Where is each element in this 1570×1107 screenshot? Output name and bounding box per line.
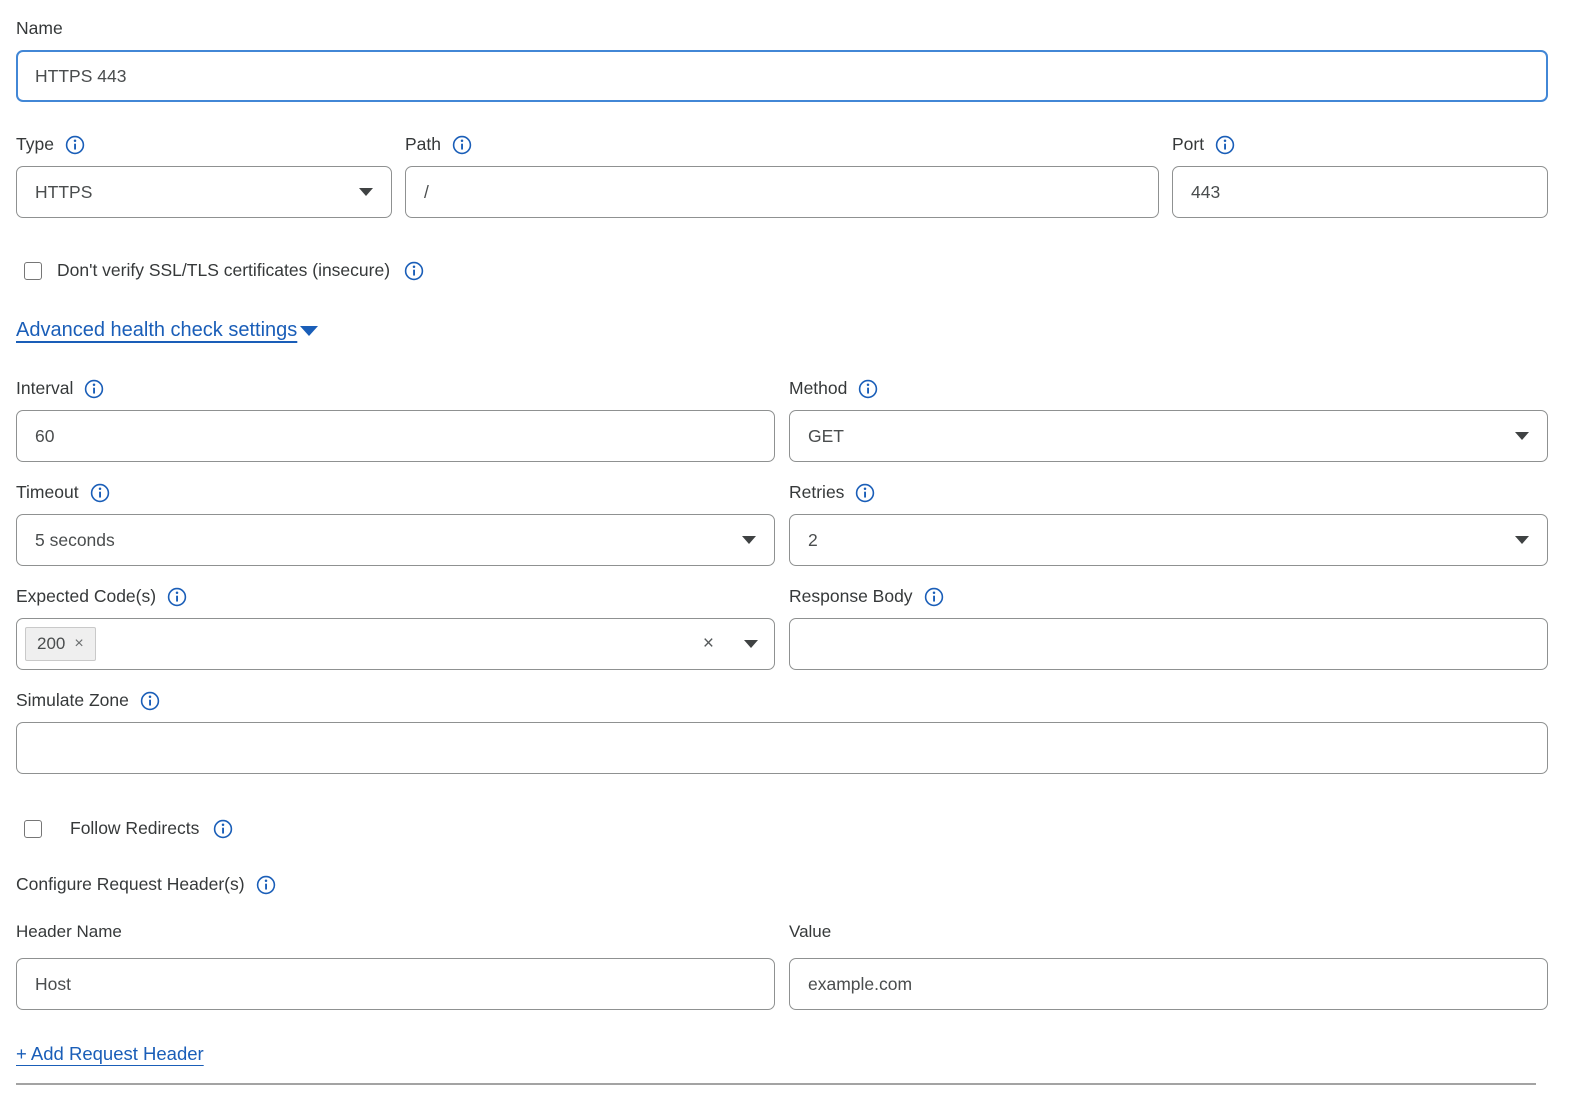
simulate-zone-label: Simulate Zone	[16, 690, 129, 711]
retries-select[interactable]: 2	[789, 514, 1548, 566]
ssl-verify-checkbox[interactable]	[24, 262, 42, 280]
request-headers-label: Configure Request Header(s)	[16, 874, 245, 895]
add-request-header-link[interactable]: + Add Request Header	[16, 1043, 1548, 1065]
method-select[interactable]: GET	[789, 410, 1548, 462]
port-label: Port	[1172, 134, 1204, 155]
name-label-row: Name	[16, 18, 1548, 39]
ssl-verify-label: Don't verify SSL/TLS certificates (insec…	[57, 260, 390, 281]
info-icon[interactable]	[90, 483, 110, 503]
interval-input[interactable]	[16, 410, 775, 462]
advanced-settings-row: Advanced health check settings	[16, 319, 1548, 342]
health-check-form: Name Type HTTPS Path	[0, 0, 1564, 1085]
section-divider	[16, 1083, 1536, 1085]
info-icon[interactable]	[140, 691, 160, 711]
chevron-down-icon	[742, 536, 756, 544]
expected-codes-multiselect[interactable]: 200 × ×	[16, 618, 775, 670]
info-icon[interactable]	[167, 587, 187, 607]
name-input[interactable]	[16, 50, 1548, 102]
port-input[interactable]	[1172, 166, 1548, 218]
timeout-retries-row: Timeout 5 seconds Retries	[16, 482, 1548, 566]
info-icon[interactable]	[213, 819, 233, 839]
follow-redirects-checkbox[interactable]	[24, 820, 42, 838]
retries-select-value: 2	[808, 530, 818, 551]
name-label: Name	[16, 18, 63, 39]
expected-codes-label: Expected Code(s)	[16, 586, 156, 607]
follow-redirects-label: Follow Redirects	[70, 818, 199, 839]
simulate-zone-input[interactable]	[16, 722, 1548, 774]
response-body-label: Response Body	[789, 586, 913, 607]
name-field: Name	[16, 18, 1548, 102]
timeout-select[interactable]: 5 seconds	[16, 514, 775, 566]
interval-label: Interval	[16, 378, 73, 399]
response-body-field: Response Body	[789, 586, 1548, 670]
info-icon[interactable]	[924, 587, 944, 607]
chevron-down-icon	[359, 188, 373, 196]
code-tag-value: 200	[37, 634, 65, 654]
path-label: Path	[405, 134, 441, 155]
clear-all-icon[interactable]: ×	[703, 633, 714, 655]
ssl-verify-row: Don't verify SSL/TLS certificates (insec…	[16, 260, 1548, 281]
header-value-field: Value	[789, 922, 1548, 1010]
follow-redirects-row: Follow Redirects	[16, 818, 1548, 839]
retries-field: Retries 2	[789, 482, 1548, 566]
header-name-field: Header Name	[16, 922, 775, 1010]
chevron-down-icon	[300, 326, 318, 336]
header-value-label: Value	[789, 922, 831, 942]
code-tag: 200 ×	[25, 627, 96, 661]
info-icon[interactable]	[256, 875, 276, 895]
advanced-settings-link[interactable]: Advanced health check settings	[16, 319, 297, 342]
type-select-value: HTTPS	[35, 182, 92, 203]
retries-label: Retries	[789, 482, 844, 503]
path-field: Path	[405, 134, 1159, 218]
method-label: Method	[789, 378, 847, 399]
header-name-label: Header Name	[16, 922, 122, 942]
type-field: Type HTTPS	[16, 134, 392, 218]
response-body-input[interactable]	[789, 618, 1548, 670]
timeout-field: Timeout 5 seconds	[16, 482, 775, 566]
interval-method-row: Interval Method GET	[16, 378, 1548, 462]
remove-tag-icon[interactable]: ×	[74, 635, 83, 653]
chevron-down-icon	[1515, 432, 1529, 440]
chevron-down-icon	[744, 640, 758, 648]
timeout-select-value: 5 seconds	[35, 530, 115, 551]
request-headers-section: Configure Request Header(s)	[16, 874, 1548, 895]
header-row: Header Name Value	[16, 922, 1548, 1010]
type-label: Type	[16, 134, 54, 155]
info-icon[interactable]	[65, 135, 85, 155]
info-icon[interactable]	[858, 379, 878, 399]
interval-field: Interval	[16, 378, 775, 462]
simulate-zone-field: Simulate Zone	[16, 690, 1548, 774]
codes-body-row: Expected Code(s) 200 × ×	[16, 586, 1548, 670]
info-icon[interactable]	[1215, 135, 1235, 155]
method-select-value: GET	[808, 426, 844, 447]
type-path-port-row: Type HTTPS Path	[16, 134, 1548, 218]
path-input[interactable]	[405, 166, 1159, 218]
info-icon[interactable]	[404, 261, 424, 281]
info-icon[interactable]	[855, 483, 875, 503]
expected-codes-field: Expected Code(s) 200 × ×	[16, 586, 775, 670]
type-select[interactable]: HTTPS	[16, 166, 392, 218]
port-field: Port	[1172, 134, 1548, 218]
info-icon[interactable]	[84, 379, 104, 399]
chevron-down-icon	[1515, 536, 1529, 544]
method-field: Method GET	[789, 378, 1548, 462]
header-value-input[interactable]	[789, 958, 1548, 1010]
info-icon[interactable]	[452, 135, 472, 155]
timeout-label: Timeout	[16, 482, 79, 503]
header-name-input[interactable]	[16, 958, 775, 1010]
